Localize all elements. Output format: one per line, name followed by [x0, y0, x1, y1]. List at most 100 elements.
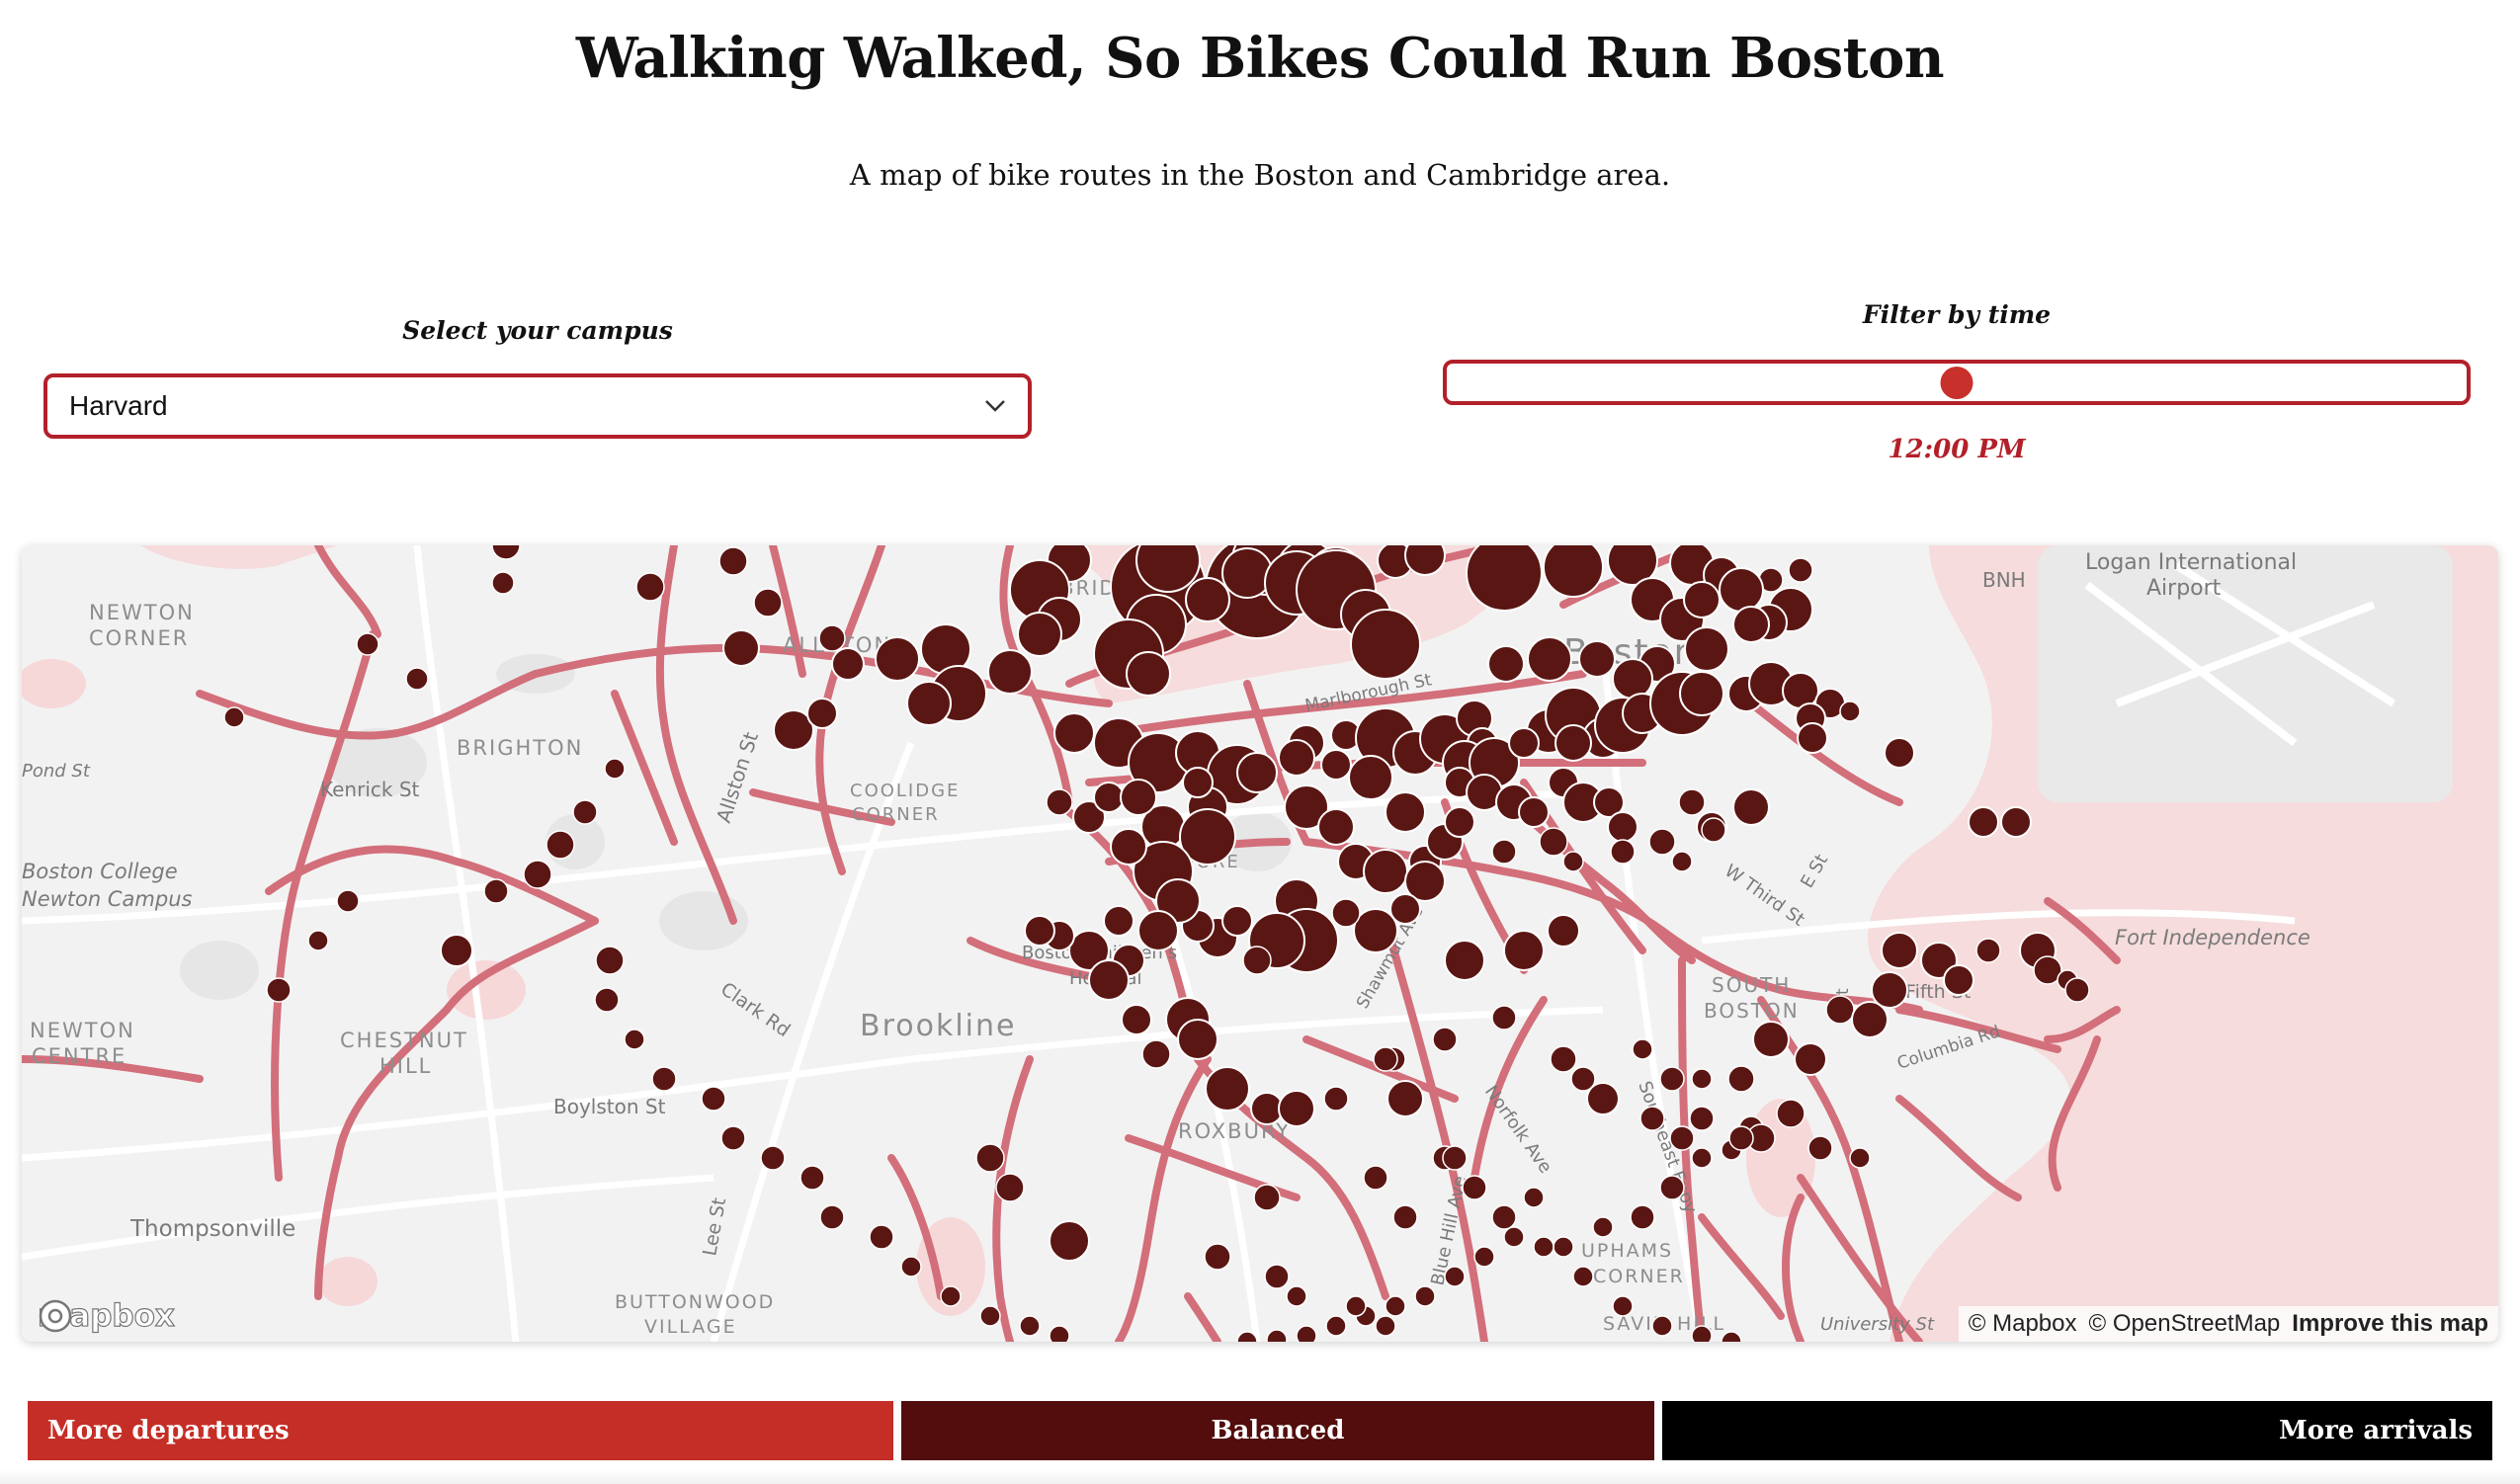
bike-station-marker[interactable] [1691, 1325, 1713, 1342]
bike-station-marker[interactable] [1286, 1285, 1307, 1307]
bike-station-marker[interactable] [1732, 606, 1770, 643]
bike-station-marker[interactable] [1487, 645, 1525, 683]
bike-station-marker[interactable] [1691, 1068, 1713, 1090]
bike-station-marker[interactable] [2000, 806, 2032, 838]
bike-station-marker[interactable] [995, 1173, 1025, 1202]
bike-station-marker[interactable] [1612, 658, 1653, 700]
bike-station-marker[interactable] [720, 1125, 746, 1151]
bike-station-marker[interactable] [1121, 1004, 1152, 1035]
bike-station-marker[interactable] [1120, 779, 1157, 816]
osm-attribution-link[interactable]: © OpenStreetMap [2089, 1310, 2281, 1338]
bike-station-marker[interactable] [1331, 898, 1361, 928]
campus-select[interactable]: Harvard [43, 373, 1032, 439]
bike-station-marker[interactable] [1414, 1285, 1436, 1307]
bike-station-marker[interactable] [1126, 651, 1171, 697]
bike-station-marker[interactable] [1683, 581, 1721, 618]
bike-station-marker[interactable] [1385, 791, 1426, 833]
bike-station-marker[interactable] [1639, 1106, 1665, 1131]
bike-station-marker[interactable] [1547, 914, 1580, 948]
bike-station-marker[interactable] [1205, 1066, 1250, 1112]
bike-station-marker[interactable] [1553, 1236, 1574, 1258]
bike-station-marker[interactable] [1701, 817, 1726, 843]
bike-station-marker[interactable] [1648, 828, 1676, 856]
bike-station-marker[interactable] [1363, 1165, 1388, 1191]
bike-station-marker[interactable] [1278, 739, 1315, 777]
bike-station-marker[interactable] [906, 681, 952, 726]
mapbox-logo[interactable]: mapbox [37, 1297, 175, 1334]
bike-station-marker[interactable] [1503, 930, 1545, 971]
bike-station-marker[interactable] [1849, 1147, 1871, 1169]
bike-station-marker[interactable] [1612, 1295, 1634, 1317]
bike-station-marker[interactable] [1296, 1325, 1317, 1342]
bike-station-marker[interactable] [1466, 545, 1543, 612]
bike-station-marker[interactable] [1185, 577, 1230, 622]
bike-station-marker[interactable] [1491, 1005, 1517, 1031]
bike-station-marker[interactable] [1610, 839, 1636, 865]
bike-station-marker[interactable] [831, 647, 865, 681]
bike-station-marker[interactable] [546, 830, 575, 860]
bike-station-marker[interactable] [1491, 839, 1517, 865]
bike-station-marker[interactable] [1491, 1204, 1517, 1230]
bike-station-marker[interactable] [1137, 910, 1179, 951]
bike-station-marker[interactable] [1182, 767, 1214, 798]
bike-station-marker[interactable] [1669, 1125, 1695, 1151]
bike-station-marker[interactable] [1473, 1246, 1495, 1268]
bike-station-marker[interactable] [1839, 701, 1861, 722]
bike-station-marker[interactable] [1373, 1046, 1398, 1072]
bike-station-marker[interactable] [1141, 1039, 1171, 1069]
bike-station-marker[interactable] [1691, 1147, 1713, 1169]
bike-station-marker[interactable] [1386, 1080, 1424, 1117]
bike-station-marker[interactable] [604, 758, 626, 780]
bike-station-marker[interactable] [1678, 788, 1706, 816]
bike-station-marker[interactable] [1093, 782, 1125, 813]
improve-map-link[interactable]: Improve this map [2292, 1310, 2488, 1338]
bike-station-marker[interactable] [987, 649, 1033, 695]
bike-station-marker[interactable] [1019, 1315, 1041, 1337]
bike-station-marker[interactable] [1586, 1082, 1620, 1115]
bike-station-marker[interactable] [1671, 851, 1693, 872]
bike-station-marker[interactable] [1353, 908, 1398, 953]
bike-station-marker[interactable] [722, 629, 760, 667]
bike-station-marker[interactable] [1017, 612, 1062, 657]
bike-station-marker[interactable] [940, 1285, 962, 1307]
bike-station-marker[interactable] [1732, 788, 1770, 826]
bike-station-marker[interactable] [1385, 1295, 1406, 1317]
bike-station-marker[interactable] [1554, 724, 1592, 762]
bike-station-marker[interactable] [1278, 1090, 1315, 1127]
mapbox-attribution-link[interactable]: © Mapbox [1969, 1310, 2077, 1338]
bike-station-marker[interactable] [572, 799, 598, 825]
bike-station-marker[interactable] [1444, 806, 1475, 838]
bike-station-marker[interactable] [651, 1066, 677, 1092]
bike-station-marker[interactable] [595, 946, 625, 975]
bike-station-marker[interactable] [523, 860, 552, 889]
bike-station-marker[interactable] [1110, 828, 1147, 866]
bike-station-marker[interactable] [975, 1143, 1005, 1173]
bike-station-marker[interactable] [1242, 946, 1272, 975]
bike-station-marker[interactable] [1444, 940, 1485, 981]
bike-station-marker[interactable] [1728, 1125, 1754, 1151]
bike-station-marker[interactable] [1592, 1216, 1614, 1238]
bike-station-marker[interactable] [799, 1165, 825, 1191]
bike-station-marker[interactable] [1719, 567, 1764, 613]
bike-station-marker[interactable] [223, 706, 245, 728]
bike-station-marker[interactable] [491, 571, 515, 595]
bike-station-marker[interactable] [1049, 1325, 1070, 1342]
bike-station-marker[interactable] [1508, 727, 1540, 759]
bike-station-marker[interactable] [356, 632, 379, 656]
bike-station-marker[interactable] [307, 930, 329, 951]
bike-station-marker[interactable] [1103, 905, 1134, 937]
bike-station-marker[interactable] [1543, 545, 1604, 598]
bike-station-marker[interactable] [1348, 755, 1393, 800]
bike-station-marker[interactable] [1884, 737, 1915, 769]
bike-station-marker[interactable] [1049, 1220, 1090, 1262]
bike-station-marker[interactable] [1444, 1266, 1466, 1287]
bike-station-marker[interactable] [1325, 1315, 1347, 1337]
bike-station-marker[interactable] [1752, 1021, 1790, 1058]
bike-station-marker[interactable] [979, 1305, 1001, 1327]
bike-station-marker[interactable] [753, 588, 783, 618]
bike-station-marker[interactable] [1825, 995, 1855, 1025]
bike-station-marker[interactable] [1630, 1204, 1655, 1230]
bike-station-marker[interactable] [1442, 1145, 1468, 1171]
bike-station-marker[interactable] [1053, 712, 1095, 754]
bike-station-marker[interactable] [718, 546, 748, 576]
